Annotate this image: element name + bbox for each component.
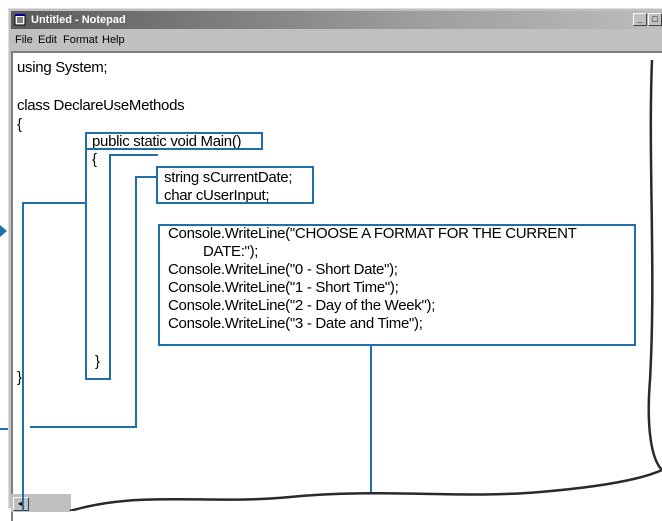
- callout-connector: [135, 176, 157, 178]
- main-method-callout: [85, 132, 263, 150]
- callout-connector: [22, 202, 87, 204]
- callout-connector: [22, 202, 24, 511]
- code-line: {: [92, 151, 97, 168]
- code-line: {: [17, 116, 22, 133]
- menu-format[interactable]: Format: [63, 34, 98, 47]
- code-line: }: [95, 353, 100, 370]
- code-line: class DeclareUseMethods: [17, 97, 185, 114]
- variables-callout: [156, 166, 314, 204]
- notepad-icon: [14, 14, 26, 26]
- method-bracket-left: [85, 150, 87, 380]
- writeline-callout: [158, 224, 636, 346]
- menu-help[interactable]: Help: [102, 34, 125, 47]
- title-bar[interactable]: Untitled - Notepad _ □: [11, 11, 662, 29]
- arrow-left-icon[interactable]: ◀: [13, 497, 29, 511]
- menu-bar: File Edit Format Help: [11, 31, 662, 49]
- method-bracket-right: [109, 154, 111, 380]
- maximize-button[interactable]: □: [648, 13, 662, 26]
- minimize-button[interactable]: _: [633, 13, 647, 26]
- method-bracket-top: [109, 154, 158, 156]
- menu-file[interactable]: File: [15, 34, 33, 47]
- code-line: using System;: [17, 59, 108, 76]
- method-bracket-bottom: [85, 378, 111, 380]
- code-line: }: [17, 369, 22, 386]
- callout-connector: [30, 426, 137, 428]
- callout-connector: [0, 428, 8, 430]
- horizontal-scrollbar[interactable]: ◀: [11, 494, 71, 512]
- pointer-arrow-icon: [0, 225, 7, 237]
- callout-connector: [135, 176, 137, 428]
- window-title: Untitled - Notepad: [31, 14, 126, 26]
- callout-connector: [370, 346, 372, 511]
- menu-edit[interactable]: Edit: [38, 34, 57, 47]
